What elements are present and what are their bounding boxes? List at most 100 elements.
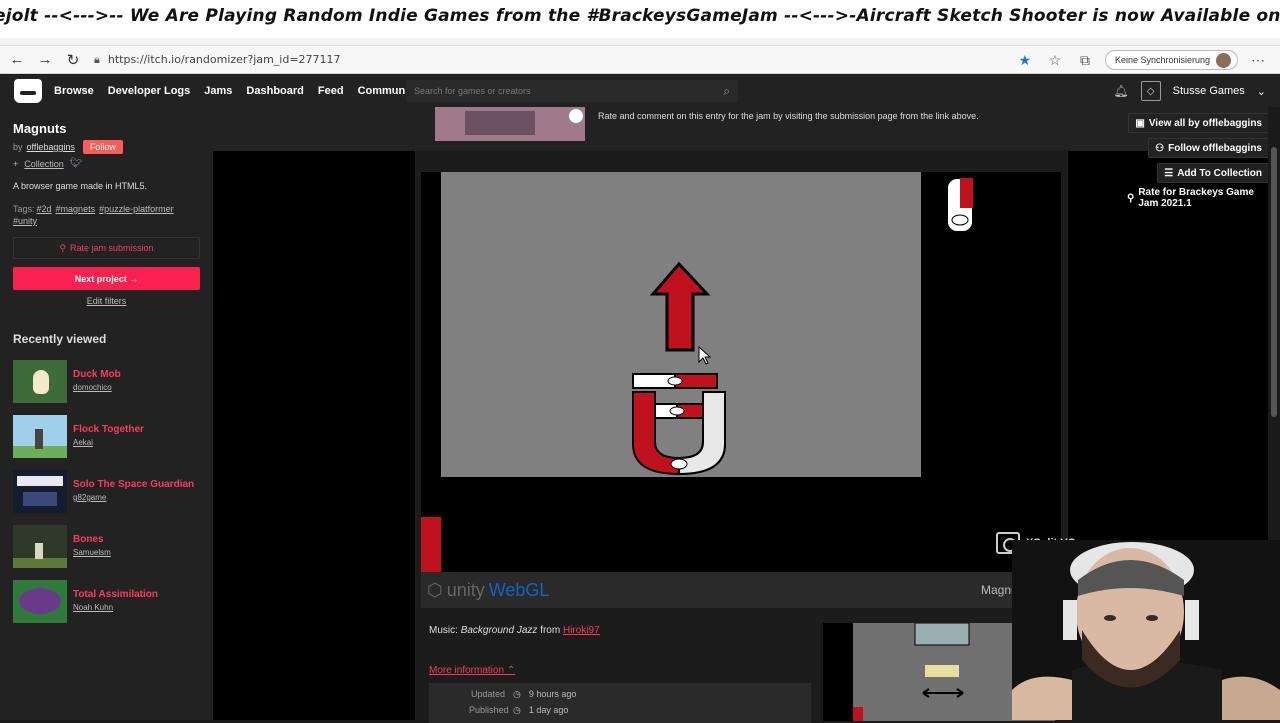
favorite-star-icon[interactable]: ★: [1015, 52, 1035, 69]
info-value: 9 hours ago: [528, 689, 577, 699]
game-frame: ⬡ unity WebGL Magnuts ⤢ Music: Backgroun…: [415, 151, 1068, 723]
address-bar[interactable]: 🔒︎ https://itch.io/randomizer?jam_id=277…: [94, 53, 341, 67]
chevron-up-icon: ⌃: [506, 665, 516, 676]
nav-dashboard[interactable]: Dashboard: [246, 85, 303, 97]
recent-name[interactable]: Bones: [73, 534, 111, 545]
collection-link[interactable]: Collection: [24, 159, 64, 169]
rate-jam-submission-button[interactable]: ⚲ Rate jam submission: [13, 237, 200, 259]
search-input[interactable]: [414, 86, 694, 96]
back-icon[interactable]: ←: [6, 49, 28, 71]
music-artist-link[interactable]: Hiroki97: [563, 625, 600, 636]
rate-for-jam-button[interactable]: ⚲ Rate for Brackeys Game Jam 2021.1: [1121, 187, 1269, 209]
thumbnail[interactable]: [13, 415, 67, 458]
chevron-down-icon[interactable]: ⌄: [1257, 85, 1266, 98]
recent-name[interactable]: Duck Mob: [73, 369, 121, 380]
ribbon-icon: ⚲: [59, 242, 67, 253]
info-table: Updated ◷ 9 hours ago Published ◷ 1 day …: [429, 683, 811, 723]
webgl-label: WebGL: [488, 579, 550, 600]
view-all-button[interactable]: ▣ View all by offlebaggins: [1128, 113, 1269, 133]
info-value: 1 day ago: [528, 705, 569, 715]
recent-author[interactable]: Samuelsm: [73, 548, 111, 557]
recent-name[interactable]: Solo The Space Guardian: [73, 479, 194, 490]
red-block: [421, 517, 441, 572]
clock-icon: ◷: [513, 689, 521, 699]
search-box: ⌕: [406, 80, 738, 102]
clock-icon: ◷: [513, 705, 521, 715]
collection-row: + Collection 🐦︎: [13, 158, 200, 169]
nav-feed[interactable]: Feed: [318, 85, 344, 97]
music-track: Background Jazz: [460, 625, 538, 636]
jam-info-panel: Rate and comment on this entry for the j…: [213, 107, 1268, 151]
nav-developer-logs[interactable]: Developer Logs: [108, 85, 191, 97]
recently-viewed-title: Recently viewed: [13, 332, 107, 346]
follow-author-button[interactable]: ⚇ Follow offlebaggins: [1148, 138, 1269, 158]
user-avatar[interactable]: ◇: [1140, 81, 1161, 101]
plus-icon: +: [13, 158, 19, 169]
collections-icon[interactable]: ⧉: [1075, 52, 1095, 69]
favorites-icon[interactable]: ☆: [1045, 52, 1065, 69]
stream-banner: ejolt --<--->-- We Are Playing Random In…: [0, 0, 1280, 38]
recent-name[interactable]: Flock Together: [73, 424, 144, 435]
byline: by offlebaggins Follow: [13, 140, 200, 154]
tag-link[interactable]: #unity: [13, 216, 37, 226]
more-info-label: More information: [429, 665, 505, 676]
tag-link[interactable]: #magnets: [56, 204, 96, 214]
forward-icon[interactable]: →: [34, 49, 56, 71]
view-all-label: View all by offlebaggins: [1148, 117, 1262, 129]
game-canvas[interactable]: [421, 172, 1061, 572]
rate-note: Rate and comment on this entry for the j…: [598, 111, 979, 121]
itch-icon: ▣: [1135, 117, 1145, 129]
author-link[interactable]: offlebaggins: [27, 142, 75, 152]
list-item[interactable]: Total Assimilation Noah Kuhn: [13, 580, 200, 623]
list-item[interactable]: Duck Mob domochico: [13, 360, 200, 403]
add-user-icon: ⚇: [1155, 142, 1165, 154]
webcam-overlay: [1012, 540, 1280, 720]
recent-name[interactable]: Total Assimilation: [73, 589, 158, 600]
jam-thumbnail[interactable]: [435, 107, 585, 141]
reload-icon[interactable]: ↻: [62, 49, 84, 71]
tag-link[interactable]: #puzzle-platformer: [99, 204, 174, 214]
user-name[interactable]: Stusse Games: [1173, 85, 1245, 97]
url-text: https://itch.io/randomizer?jam_id=277117: [107, 53, 341, 66]
by-label: by: [13, 142, 23, 152]
banner-text: ejolt --<--->-- We Are Playing Random In…: [0, 6, 1280, 26]
music-from: from: [540, 625, 561, 636]
next-project-button[interactable]: Next project →: [13, 267, 200, 290]
sync-button[interactable]: Keine Synchronisierung: [1104, 50, 1238, 70]
browser-toolbar: ← → ↻ 🔒︎ https://itch.io/randomizer?jam_…: [0, 46, 1280, 74]
thumbnail[interactable]: [13, 580, 67, 623]
add-to-collection-button[interactable]: ☰ Add To Collection: [1157, 163, 1269, 183]
browser-tab-strip: [0, 38, 1280, 46]
left-wall: [421, 172, 441, 377]
tag-link[interactable]: #2d: [37, 204, 52, 214]
menu-icon[interactable]: ⋯: [1248, 52, 1268, 69]
thumbnail[interactable]: [13, 360, 67, 403]
recent-author[interactable]: Noah Kuhn: [73, 603, 158, 612]
recent-author[interactable]: g82game: [73, 493, 194, 502]
ribbon-icon: ⚲: [1127, 192, 1135, 204]
info-key: Published: [469, 705, 509, 715]
edit-filters-link[interactable]: Edit filters: [13, 296, 200, 306]
recent-author[interactable]: Aekai: [73, 438, 144, 447]
sidebar: Magnuts by offlebaggins Follow + Collect…: [0, 107, 213, 720]
nav-jams[interactable]: Jams: [204, 85, 232, 97]
itch-logo-icon[interactable]: [14, 79, 42, 103]
search-icon[interactable]: ⌕: [723, 84, 730, 99]
twitter-icon[interactable]: 🐦︎: [70, 158, 83, 169]
list-item[interactable]: Flock Together Aekai: [13, 415, 200, 458]
follow-button[interactable]: Follow: [82, 140, 123, 154]
table-row: Published ◷ 1 day ago: [469, 705, 811, 716]
recent-author[interactable]: domochico: [73, 383, 121, 392]
notification-bell-icon[interactable]: 🔔︎: [1113, 84, 1128, 98]
more-information-toggle[interactable]: More information ⌃: [429, 665, 515, 676]
game-scene: [421, 172, 1061, 572]
list-item[interactable]: Solo The Space Guardian g82game: [13, 470, 200, 513]
recently-viewed-list: Duck Mob domochico Flock Together Aekai …: [13, 360, 200, 623]
thumbnail[interactable]: [13, 525, 67, 568]
nav-browse[interactable]: Browse: [54, 85, 94, 97]
list-item[interactable]: Bones Samuelsm: [13, 525, 200, 568]
game-title[interactable]: Magnuts: [13, 121, 200, 136]
thumbnail[interactable]: [13, 470, 67, 513]
streamer-image: [1012, 540, 1280, 720]
scrollbar-thumb[interactable]: [1271, 147, 1277, 417]
